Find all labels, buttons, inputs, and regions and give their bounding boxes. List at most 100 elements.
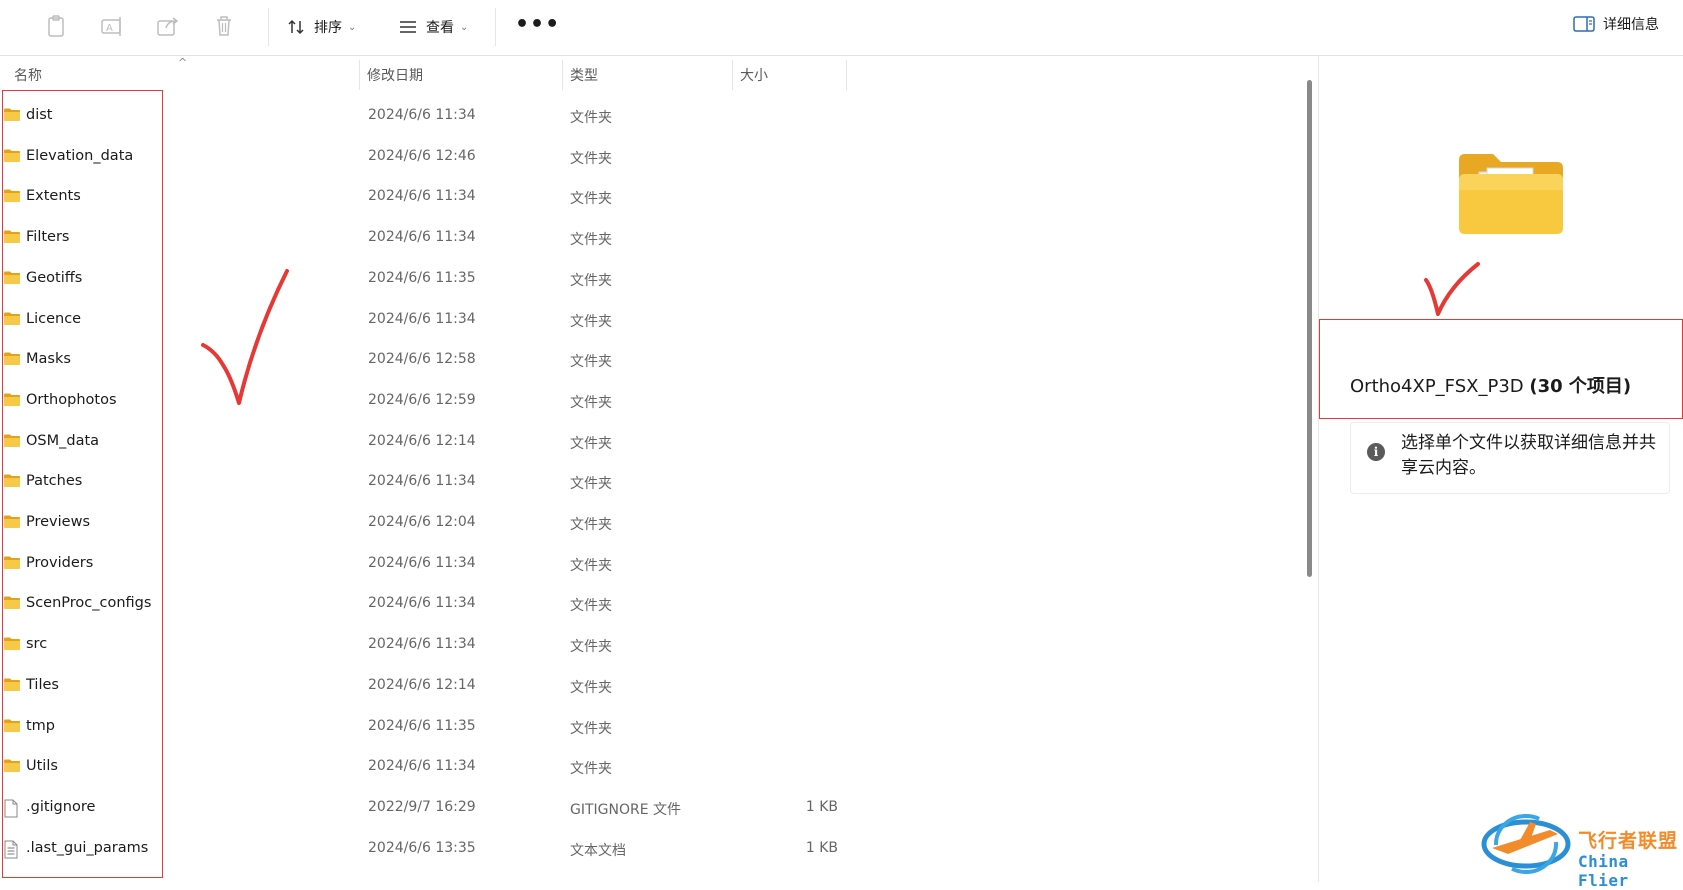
file-type: 文件夹 bbox=[570, 110, 612, 126]
share-icon[interactable] bbox=[154, 12, 182, 40]
delete-icon[interactable] bbox=[210, 12, 238, 40]
file-date: 2024/6/6 11:34 bbox=[368, 636, 476, 653]
file-type: 文件夹 bbox=[570, 232, 612, 249]
file-row[interactable]: Extents 2024/6/6 11:34 文件夹 bbox=[0, 177, 1300, 217]
file-row[interactable]: .gitignore 2022/9/7 16:29 GITIGNORE 文件 1 KB bbox=[0, 788, 1300, 828]
column-divider[interactable] bbox=[846, 60, 847, 90]
toolbar-divider bbox=[268, 8, 269, 46]
rename-icon[interactable]: A bbox=[98, 12, 126, 40]
file-type: 文件夹 bbox=[570, 557, 612, 574]
column-divider[interactable] bbox=[732, 60, 733, 90]
file-date: 2024/6/6 11:35 bbox=[368, 717, 476, 734]
column-divider[interactable] bbox=[359, 60, 360, 90]
info-icon: i bbox=[1367, 443, 1385, 461]
svg-text:A: A bbox=[106, 23, 113, 34]
details-pane-button[interactable]: 详细信息 bbox=[1573, 14, 1659, 34]
column-header-size[interactable]: 大小 bbox=[740, 60, 768, 90]
file-type: 文件夹 bbox=[570, 354, 612, 371]
file-row[interactable]: Previews 2024/6/6 12:04 文件夹 bbox=[0, 503, 1300, 543]
file-size: 1 KB bbox=[805, 798, 838, 815]
column-header-name-label: 名称 bbox=[14, 68, 42, 84]
file-type: 文件夹 bbox=[570, 761, 612, 778]
watermark: 飞行者联盟 China Flier bbox=[1478, 808, 1683, 890]
column-header-type-label: 类型 bbox=[570, 68, 598, 84]
file-row[interactable]: ScenProc_configs 2024/6/6 11:34 文件夹 bbox=[0, 584, 1300, 624]
file-date: 2024/6/6 12:14 bbox=[368, 432, 476, 449]
view-list-icon bbox=[400, 21, 416, 33]
column-header-date[interactable]: 修改日期 bbox=[367, 60, 423, 90]
file-row[interactable]: src 2024/6/6 11:34 文件夹 bbox=[0, 625, 1300, 665]
annotation-box-details-title bbox=[1319, 319, 1683, 419]
sort-label: 排序 bbox=[314, 20, 342, 36]
file-row[interactable]: Patches 2024/6/6 11:34 文件夹 bbox=[0, 462, 1300, 502]
details-pane-icon bbox=[1573, 16, 1595, 32]
watermark-text-cn: 飞行者联盟 bbox=[1578, 830, 1679, 852]
sort-icon bbox=[288, 19, 304, 35]
file-date: 2024/6/6 11:34 bbox=[368, 554, 476, 571]
info-card: i 选择单个文件以获取详细信息并共享云内容。 bbox=[1350, 422, 1670, 494]
file-date: 2024/6/6 11:34 bbox=[368, 188, 476, 205]
info-message: 选择单个文件以获取详细信息并共享云内容。 bbox=[1401, 433, 1656, 478]
file-date: 2024/6/6 12:14 bbox=[368, 676, 476, 693]
file-date: 2024/6/6 11:34 bbox=[368, 107, 476, 123]
file-type: 文件夹 bbox=[570, 191, 612, 208]
china-flier-logo-icon bbox=[1481, 814, 1571, 874]
file-row[interactable]: dist 2024/6/6 11:34 文件夹 bbox=[0, 96, 1300, 136]
file-date: 2024/6/6 12:59 bbox=[368, 391, 476, 408]
file-date: 2022/9/7 16:29 bbox=[368, 798, 476, 815]
chevron-down-icon: ⌄ bbox=[348, 21, 357, 33]
view-button[interactable]: 查看 ⌄ bbox=[398, 12, 468, 42]
file-type: 文件夹 bbox=[570, 476, 612, 493]
toolbar-divider bbox=[495, 8, 496, 46]
checkmark-annotation-icon bbox=[1424, 262, 1480, 316]
file-date: 2024/6/6 11:34 bbox=[368, 758, 476, 775]
command-bar: A 排序 ⌄ 查看 ⌄ ••• 详细信息 bbox=[0, 0, 1683, 56]
paste-icon[interactable] bbox=[42, 12, 70, 40]
file-row[interactable]: Filters 2024/6/6 11:34 文件夹 bbox=[0, 218, 1300, 258]
sort-ascending-icon: ^ bbox=[178, 56, 188, 69]
more-options-button[interactable]: ••• bbox=[515, 12, 560, 37]
file-date: 2024/6/6 12:04 bbox=[368, 514, 476, 530]
file-row[interactable]: Utils 2024/6/6 11:34 文件夹 bbox=[0, 747, 1300, 787]
file-type: GITIGNORE 文件 bbox=[570, 801, 682, 818]
file-date: 2024/6/6 13:35 bbox=[368, 839, 476, 856]
column-header-size-label: 大小 bbox=[740, 68, 768, 84]
file-date: 2024/6/6 11:34 bbox=[368, 310, 476, 327]
file-type: 文件夹 bbox=[570, 720, 612, 737]
details-label: 详细信息 bbox=[1603, 17, 1659, 33]
checkmark-annotation-icon bbox=[201, 269, 289, 405]
file-date: 2024/6/6 11:35 bbox=[368, 269, 476, 286]
file-row[interactable]: OSM_data 2024/6/6 12:14 文件夹 bbox=[0, 422, 1300, 462]
file-type: 文件夹 bbox=[570, 679, 612, 696]
column-header-name[interactable]: 名称 bbox=[14, 60, 42, 90]
file-type: 文本文档 bbox=[570, 842, 626, 859]
file-row[interactable]: Tiles 2024/6/6 12:14 文件夹 bbox=[0, 666, 1300, 706]
file-type: 文件夹 bbox=[570, 313, 612, 330]
file-row[interactable]: tmp 2024/6/6 11:35 文件夹 bbox=[0, 707, 1300, 747]
file-row[interactable]: Providers 2024/6/6 11:34 文件夹 bbox=[0, 544, 1300, 584]
file-type: 文件夹 bbox=[570, 598, 612, 615]
file-type: 文件夹 bbox=[570, 517, 612, 533]
file-row[interactable]: .last_gui_params 2024/6/6 13:35 文本文档 1 KB bbox=[0, 829, 1300, 869]
file-type: 文件夹 bbox=[570, 435, 612, 452]
column-header-date-label: 修改日期 bbox=[367, 68, 423, 84]
scrollbar-thumb[interactable] bbox=[1307, 80, 1312, 577]
file-type: 文件夹 bbox=[570, 272, 612, 289]
file-date: 2024/6/6 11:34 bbox=[368, 473, 476, 490]
column-divider[interactable] bbox=[562, 60, 563, 90]
view-label: 查看 bbox=[426, 20, 454, 36]
file-row[interactable]: Elevation_data 2024/6/6 12:46 文件夹 bbox=[0, 137, 1300, 177]
file-date: 2024/6/6 12:58 bbox=[368, 351, 476, 368]
column-header-type[interactable]: 类型 bbox=[570, 60, 598, 90]
annotation-box-file-list bbox=[2, 90, 163, 878]
file-date: 2024/6/6 11:34 bbox=[368, 229, 476, 246]
file-date: 2024/6/6 11:34 bbox=[368, 595, 476, 612]
file-type: 文件夹 bbox=[570, 394, 612, 411]
large-folder-icon bbox=[1459, 154, 1563, 234]
file-type: 文件夹 bbox=[570, 639, 612, 656]
sort-button[interactable]: 排序 ⌄ bbox=[286, 12, 356, 42]
file-size: 1 KB bbox=[805, 839, 838, 856]
watermark-text-en: China Flier bbox=[1578, 852, 1629, 890]
chevron-down-icon: ⌄ bbox=[460, 21, 469, 33]
file-date: 2024/6/6 12:46 bbox=[368, 147, 476, 164]
